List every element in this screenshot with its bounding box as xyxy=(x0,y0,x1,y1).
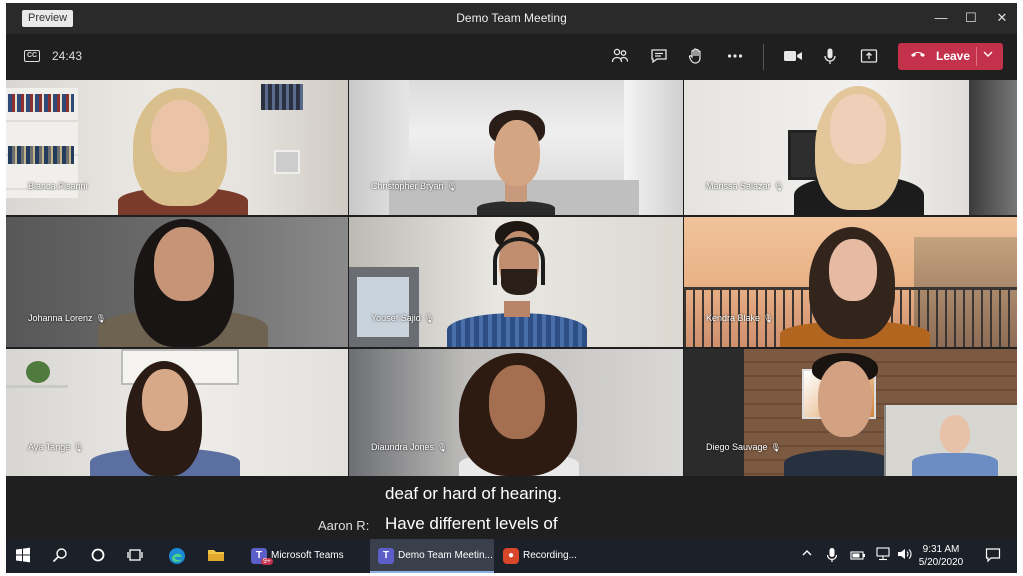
participant-name: Diaundra Jones 🎙 xyxy=(371,442,448,452)
recording-icon: ● xyxy=(503,548,519,564)
microphone-icon xyxy=(826,548,838,562)
hand-icon xyxy=(688,48,701,64)
chat-icon xyxy=(651,49,667,64)
mic-icon: 🎙 xyxy=(770,443,781,452)
participant-name: Yousef Sajid 🎙 xyxy=(371,313,434,323)
mic-icon: 🎙 xyxy=(423,314,434,323)
participant-name: Marissa Salazar 🎙 xyxy=(706,181,784,191)
show-hidden-icons-button[interactable] xyxy=(798,547,816,565)
tray-network[interactable] xyxy=(874,547,892,565)
close-button[interactable]: ✕ xyxy=(991,8,1013,28)
people-icon xyxy=(611,48,629,63)
title-bar: Preview Demo Team Meeting — ☐ ✕ xyxy=(6,3,1017,34)
caption-line-2: Have different levels of xyxy=(385,514,558,533)
cortana-ring-icon xyxy=(91,548,105,562)
participant-name: Christopher Bryan 🎙 xyxy=(371,181,457,191)
tray-battery[interactable] xyxy=(849,547,867,565)
minimize-button[interactable]: — xyxy=(930,8,952,28)
leave-label: Leave xyxy=(936,49,971,63)
more-actions-button[interactable] xyxy=(724,45,746,67)
notification-icon xyxy=(985,548,1001,563)
meeting-timer: 24:43 xyxy=(52,49,83,63)
video-tile-kendra[interactable]: Kendra Blake 🎙 xyxy=(684,217,1017,347)
task-view-icon xyxy=(127,549,143,561)
clock-time: 9:31 AM xyxy=(922,544,960,555)
mic-icon: 🎙 xyxy=(95,314,106,323)
video-tile-christopher[interactable]: Christopher Bryan 🎙 xyxy=(349,80,683,215)
network-icon xyxy=(876,547,890,561)
search-icon xyxy=(52,548,67,563)
captions-icon[interactable]: CC xyxy=(24,50,40,62)
video-camera-icon xyxy=(784,51,802,61)
leave-divider xyxy=(976,47,977,66)
video-tile-bianca[interactable]: Bianca Pisanni xyxy=(6,80,348,215)
chevron-up-icon xyxy=(802,550,812,556)
edge-icon xyxy=(169,548,185,564)
search-button[interactable] xyxy=(51,547,69,565)
taskbar-app-recording[interactable]: ● Recording... xyxy=(495,539,595,573)
video-tile-diaundra[interactable]: Diaundra Jones 🎙 xyxy=(349,349,683,476)
video-tile-diego[interactable]: Diego Sauvage 🎙 xyxy=(684,349,1017,476)
windows-logo-icon xyxy=(16,547,30,563)
mic-icon: 🎙 xyxy=(73,443,84,452)
video-tile-marissa[interactable]: Marissa Salazar 🎙 xyxy=(684,80,1017,215)
share-screen-button[interactable] xyxy=(858,45,880,67)
tray-microphone[interactable] xyxy=(823,547,841,565)
camera-button[interactable] xyxy=(782,45,804,67)
edge-browser-button[interactable] xyxy=(168,547,186,565)
toolbar-divider xyxy=(763,44,764,70)
chat-button[interactable] xyxy=(648,45,670,67)
taskbar-app-label: Microsoft Teams xyxy=(271,550,344,561)
task-view-button[interactable] xyxy=(126,547,144,565)
mic-icon: 🎙 xyxy=(446,182,457,191)
taskbar-app-label: Recording... xyxy=(523,550,577,561)
active-indicator xyxy=(370,571,494,573)
taskbar-app-meeting[interactable]: T Demo Team Meetin... xyxy=(370,539,494,573)
participant-name: Diego Sauvage 🎙 xyxy=(706,442,781,452)
mic-icon: 🎙 xyxy=(437,443,448,452)
teams-icon: T xyxy=(378,548,394,564)
action-center-button[interactable] xyxy=(984,547,1002,565)
taskbar-app-teams[interactable]: T 9+ Microsoft Teams xyxy=(243,539,369,573)
taskbar-clock[interactable]: 9:31 AM 5/20/2020 xyxy=(911,543,971,569)
ellipsis-icon xyxy=(727,54,743,58)
video-grid: Bianca Pisanni Christopher Bryan 🎙 Mariss… xyxy=(6,80,1017,476)
window-title: Demo Team Meeting xyxy=(456,11,567,25)
mic-icon: 🎙 xyxy=(763,314,774,323)
video-tile-johanna[interactable]: Johanna Lorenz 🎙 xyxy=(6,217,348,347)
participant-name: Kendra Blake 🎙 xyxy=(706,313,774,323)
participants-button[interactable] xyxy=(609,45,631,67)
chevron-down-icon[interactable] xyxy=(983,47,993,64)
taskbar-app-label: Demo Team Meetin... xyxy=(398,550,493,561)
start-button[interactable] xyxy=(14,547,32,565)
participant-name: Johanna Lorenz 🎙 xyxy=(28,313,106,323)
meeting-toolbar: CC 24:43 Leave xyxy=(6,34,1017,79)
folder-icon xyxy=(208,550,224,561)
battery-icon xyxy=(850,551,865,560)
maximize-button[interactable]: ☐ xyxy=(960,8,982,28)
video-tile-yousef[interactable]: Yousef Sajid 🎙 xyxy=(349,217,683,347)
leave-button[interactable]: Leave xyxy=(898,43,1003,70)
file-explorer-button[interactable] xyxy=(207,547,225,565)
clock-date: 5/20/2020 xyxy=(918,557,964,568)
caption-line-1: deaf or hard of hearing. xyxy=(385,484,562,503)
video-tile-aya[interactable]: Aya Tange 🎙 xyxy=(6,349,348,476)
mic-icon: 🎙 xyxy=(773,182,784,191)
cortana-button[interactable] xyxy=(89,547,107,565)
participant-name: Aya Tange 🎙 xyxy=(28,442,84,452)
microphone-button[interactable] xyxy=(819,45,841,67)
windows-taskbar: T 9+ Microsoft Teams T Demo Team Meetin.… xyxy=(6,539,1017,573)
participant-name: Bianca Pisanni xyxy=(28,181,88,191)
live-captions: deaf or hard of hearing. Aaron R: Have d… xyxy=(6,476,1017,537)
hang-up-icon xyxy=(910,47,926,64)
share-tray-icon xyxy=(860,49,878,63)
microphone-icon xyxy=(824,48,836,64)
teams-window: Preview Demo Team Meeting — ☐ ✕ CC 24:43 xyxy=(6,3,1017,573)
raise-hand-button[interactable] xyxy=(685,45,707,67)
caption-speaker: Aaron R: xyxy=(318,518,370,533)
